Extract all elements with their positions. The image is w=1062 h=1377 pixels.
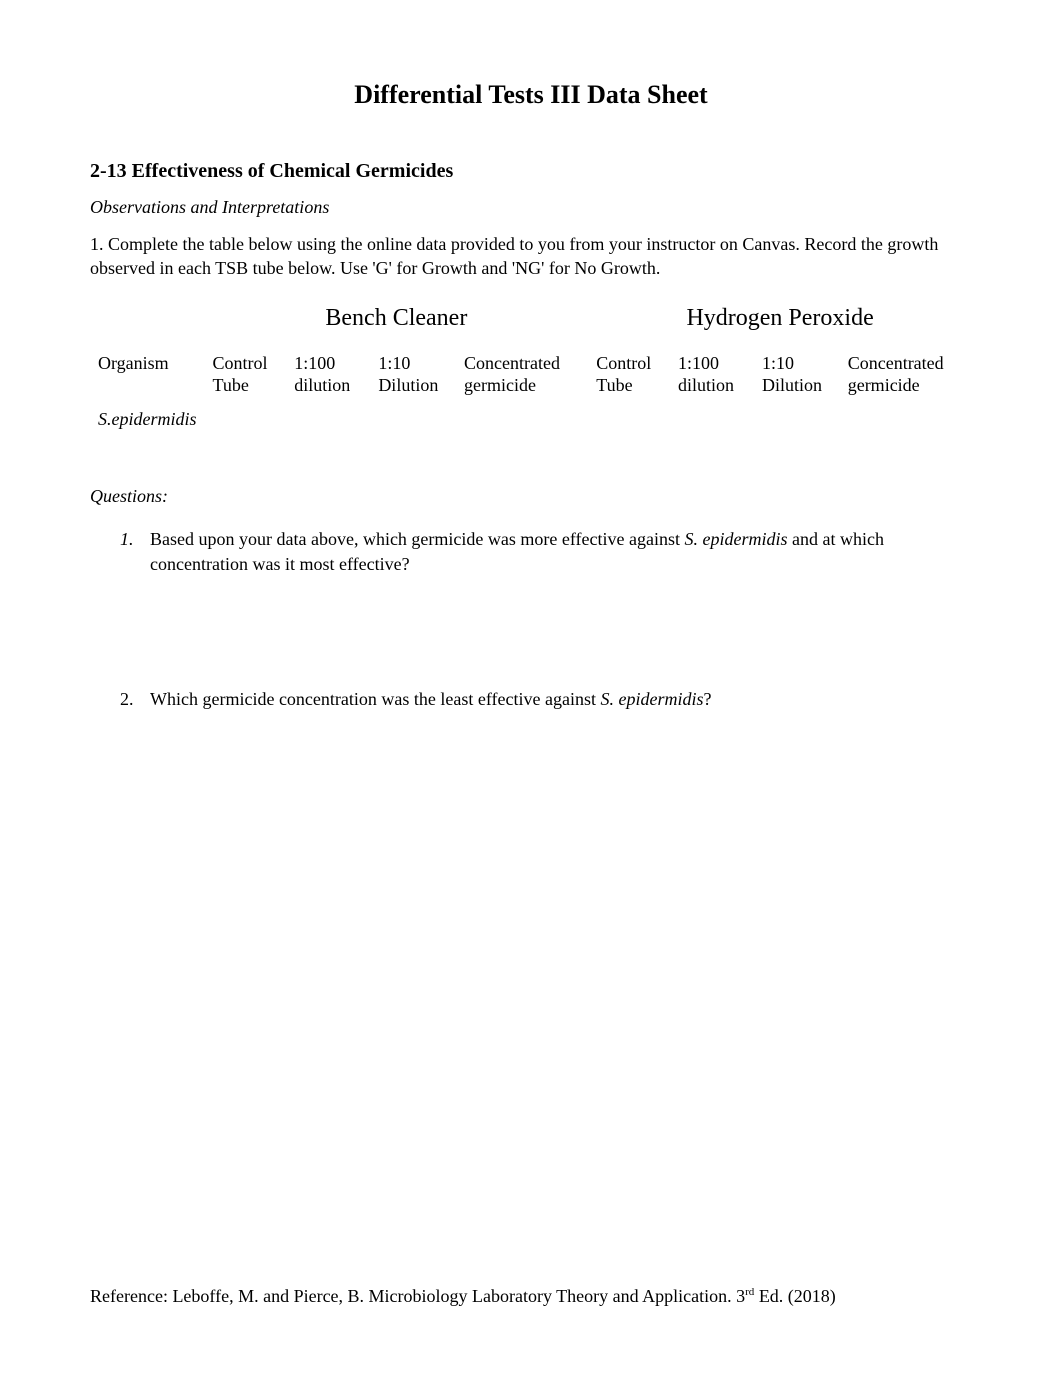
table-row: S.epidermidis: [90, 403, 972, 436]
questions-list: 1. Based upon your data above, which ger…: [120, 527, 972, 713]
q1-text: Based upon your data above, which germic…: [150, 527, 972, 577]
q1-ital: S. epidermidis: [684, 529, 787, 549]
table-col-row: Organism Control Tube 1:100 dilution 1:1…: [90, 346, 972, 403]
footer-post: Ed. (2018): [754, 1286, 835, 1306]
cell-hp-1-100[interactable]: [670, 403, 754, 436]
question-2: 2. Which germicide concentration was the…: [120, 687, 972, 712]
footer-reference: Reference: Leboffe, M. and Pierce, B. Mi…: [90, 1286, 972, 1307]
cell-hp-conc[interactable]: [840, 403, 972, 436]
col-organism: Organism: [90, 346, 205, 403]
q2-pre: Which germicide concentration was the le…: [150, 689, 600, 709]
col-bc-conc: Concentrated germicide: [456, 346, 588, 403]
table-corner-blank: [90, 295, 205, 346]
footer-pre: Reference: Leboffe, M. and Pierce, B. Mi…: [90, 1286, 745, 1306]
col-hp-1-100: 1:100 dilution: [670, 346, 754, 403]
footer-sup: rd: [745, 1286, 754, 1298]
organism-name: S.epidermidis: [90, 403, 205, 436]
page-title: Differential Tests III Data Sheet: [90, 80, 972, 110]
page: Differential Tests III Data Sheet 2-13 E…: [0, 0, 1062, 1377]
col-bc-1-10: 1:10 Dilution: [370, 346, 456, 403]
instruction-text: 1. Complete the table below using the on…: [90, 232, 972, 281]
cell-bc-control[interactable]: [205, 403, 287, 436]
col-bc-1-100: 1:100 dilution: [286, 346, 370, 403]
cell-bc-1-100[interactable]: [286, 403, 370, 436]
q2-text: Which germicide concentration was the le…: [150, 687, 711, 712]
cell-hp-1-10[interactable]: [754, 403, 840, 436]
cell-hp-control[interactable]: [588, 403, 670, 436]
section-subheading: Observations and Interpretations: [90, 197, 972, 218]
cell-bc-1-10[interactable]: [370, 403, 456, 436]
question-1: 1. Based upon your data above, which ger…: [120, 527, 972, 577]
group-header-hydrogen-peroxide: Hydrogen Peroxide: [588, 295, 972, 346]
col-hp-control: Control Tube: [588, 346, 670, 403]
col-hp-1-10: 1:10 Dilution: [754, 346, 840, 403]
questions-label: Questions:: [90, 486, 972, 507]
q1-marker: 1.: [120, 527, 150, 577]
q2-post: ?: [703, 689, 711, 709]
group-header-bench-cleaner: Bench Cleaner: [205, 295, 589, 346]
germicide-table: Bench Cleaner Hydrogen Peroxide Organism…: [90, 295, 972, 436]
q2-ital: S. epidermidis: [600, 689, 703, 709]
q2-marker: 2.: [120, 687, 150, 712]
table-group-row: Bench Cleaner Hydrogen Peroxide: [90, 295, 972, 346]
cell-bc-conc[interactable]: [456, 403, 588, 436]
section-heading: 2-13 Effectiveness of Chemical Germicide…: [90, 160, 972, 183]
col-bc-control: Control Tube: [205, 346, 287, 403]
q1-pre: Based upon your data above, which germic…: [150, 529, 684, 549]
col-hp-conc: Concentrated germicide: [840, 346, 972, 403]
